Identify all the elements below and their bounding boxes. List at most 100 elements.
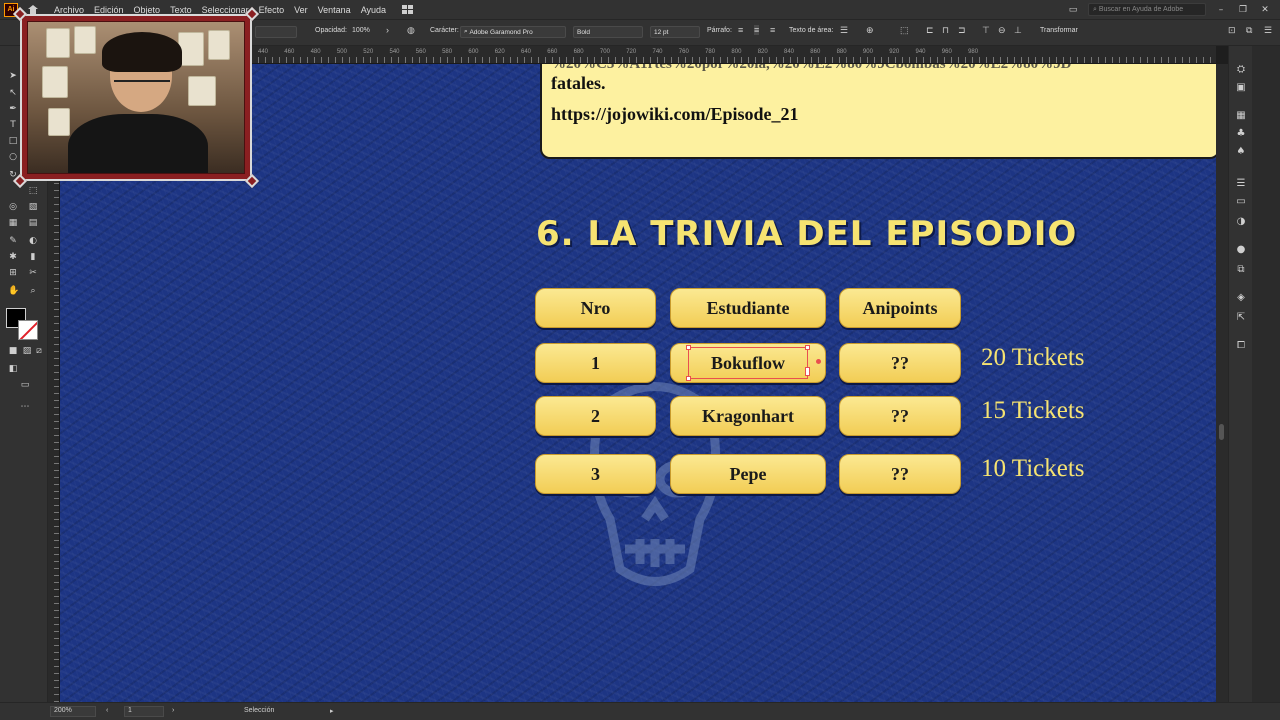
- text-threading-port[interactable]: [816, 359, 821, 364]
- font-style-select[interactable]: Bold: [573, 26, 643, 38]
- rectangle-tool-icon[interactable]: □: [8, 136, 18, 146]
- menu-edicion[interactable]: Edición: [94, 5, 124, 15]
- opacity-value[interactable]: 100%: [352, 27, 370, 34]
- panel-menu-icon[interactable]: ☰: [1264, 25, 1272, 36]
- workspace-switcher-icon[interactable]: [402, 5, 414, 14]
- note-link[interactable]: https://jojowiki.com/Episode_21: [551, 104, 799, 125]
- selection-handle[interactable]: [805, 367, 810, 376]
- align-vertical-bottom-icon[interactable]: ⊥: [1014, 25, 1022, 36]
- fill-dropdown[interactable]: [255, 26, 297, 38]
- gradient-panel-icon[interactable]: ▭: [1235, 196, 1247, 208]
- row-3-student[interactable]: Pepe: [670, 454, 826, 494]
- menu-texto[interactable]: Texto: [170, 5, 192, 15]
- vertical-scrollbar[interactable]: [1216, 64, 1228, 702]
- row-2-student[interactable]: Kragonhart: [670, 396, 826, 436]
- menu-efecto[interactable]: Efecto: [259, 5, 285, 15]
- align-to-icon[interactable]: ⬚: [900, 25, 909, 36]
- align-vertical-center-icon[interactable]: ⊖: [998, 25, 1006, 36]
- character-label[interactable]: Carácter:: [430, 27, 459, 34]
- arrange-icon[interactable]: ⧉: [1246, 25, 1252, 36]
- hand-tool-icon[interactable]: ✋: [8, 286, 19, 296]
- menu-ayuda[interactable]: Ayuda: [361, 5, 386, 15]
- align-vertical-top-icon[interactable]: ⊤: [982, 25, 990, 36]
- artboard-number-select[interactable]: 1: [124, 706, 164, 717]
- layers-panel-icon[interactable]: ◈: [1235, 292, 1247, 304]
- row-3-prize[interactable]: 10 Tickets: [981, 455, 1085, 483]
- edit-toolbar-icon[interactable]: ⋯: [20, 402, 30, 412]
- note-card[interactable]: %20%C3%A1rtes%20por%20la,%20%E2%80%9Cbom…: [540, 64, 1216, 159]
- slice-tool-icon[interactable]: ✂: [28, 268, 38, 278]
- isolate-icon[interactable]: ⊡: [1228, 25, 1236, 36]
- row-1-nro[interactable]: 1: [535, 343, 656, 383]
- stroke-swatch[interactable]: [18, 320, 38, 340]
- current-tool-name[interactable]: Selección: [244, 707, 274, 714]
- area-text-label[interactable]: Texto de área:: [789, 27, 833, 34]
- transform-label[interactable]: Transformar: [1040, 27, 1078, 34]
- selection-tool-icon[interactable]: ➤: [8, 71, 18, 81]
- close-icon[interactable]: ✕: [1258, 5, 1272, 15]
- zoom-tool-icon[interactable]: ⌕: [28, 286, 38, 296]
- artboard-prev-icon[interactable]: ‹: [106, 707, 108, 714]
- artboard-next-icon[interactable]: ›: [172, 707, 174, 714]
- vertical-scroll-thumb[interactable]: [1219, 424, 1224, 440]
- chevron-right-icon[interactable]: ›: [386, 25, 389, 35]
- restore-icon[interactable]: ❐: [1236, 5, 1250, 15]
- brushes-panel-icon[interactable]: ♣: [1235, 128, 1247, 140]
- eyedropper-tool-icon[interactable]: ✎: [8, 236, 18, 246]
- align-horizontal-center-icon[interactable]: ⊓: [942, 25, 949, 36]
- shape-builder-tool-icon[interactable]: ◎: [8, 202, 18, 212]
- align-left-icon[interactable]: ≡: [738, 25, 743, 35]
- properties-panel-icon[interactable]: ⛭: [1235, 64, 1247, 76]
- graph-tool-icon[interactable]: ▮: [28, 252, 38, 262]
- graphic-styles-icon[interactable]: ⧉: [1235, 264, 1247, 276]
- area-text-options-icon[interactable]: ☰: [840, 25, 848, 36]
- symbols-panel-icon[interactable]: ♠: [1235, 146, 1247, 158]
- perspective-grid-tool-icon[interactable]: ▦: [8, 218, 18, 228]
- artboards-panel-icon[interactable]: ⧠: [1235, 340, 1247, 352]
- row-1-points[interactable]: ??: [839, 343, 961, 383]
- gradient-mode-icon[interactable]: ▨: [22, 346, 32, 356]
- header-nro[interactable]: Nro: [535, 288, 656, 328]
- font-family-select[interactable]: ⌕ Adobe Garamond Pro: [460, 26, 566, 38]
- screen-mode-icon[interactable]: ▭: [20, 380, 30, 390]
- status-play-icon[interactable]: ▸: [330, 707, 334, 715]
- align-center-icon[interactable]: ≡: [754, 25, 760, 35]
- libraries-panel-icon[interactable]: ▣: [1235, 82, 1247, 94]
- color-mode-icon[interactable]: ■: [8, 346, 18, 356]
- stroke-panel-icon[interactable]: ☰: [1235, 178, 1247, 190]
- free-transform-tool-icon[interactable]: ⬚: [28, 186, 38, 196]
- menu-ver[interactable]: Ver: [294, 5, 308, 15]
- menu-ventana[interactable]: Ventana: [318, 5, 351, 15]
- header-estudiante[interactable]: Estudiante: [670, 288, 826, 328]
- layers-grid-icon[interactable]: ▦: [1235, 110, 1247, 122]
- home-icon[interactable]: [28, 5, 38, 14]
- selection-handle[interactable]: [686, 345, 691, 350]
- recolor-icon[interactable]: ◍: [407, 25, 415, 36]
- align-horizontal-left-icon[interactable]: ⊏: [926, 25, 934, 36]
- draw-mode-icon[interactable]: ◧: [8, 364, 18, 374]
- font-size-field[interactable]: 12 pt: [650, 26, 700, 38]
- artboard-tool-icon[interactable]: ⊞: [8, 268, 18, 278]
- blend-tool-icon[interactable]: ◐: [28, 236, 38, 246]
- menu-objeto[interactable]: Objeto: [134, 5, 161, 15]
- arrange-documents-icon[interactable]: ▭: [1066, 5, 1080, 15]
- selection-handle[interactable]: [686, 376, 691, 381]
- selection-handle[interactable]: [805, 345, 810, 350]
- export-panel-icon[interactable]: ⇱: [1235, 312, 1247, 324]
- row-3-points[interactable]: ??: [839, 454, 961, 494]
- zoom-select[interactable]: 200%: [50, 706, 96, 717]
- row-2-nro[interactable]: 2: [535, 396, 656, 436]
- align-right-icon[interactable]: ≡: [770, 25, 775, 35]
- row-3-nro[interactable]: 3: [535, 454, 656, 494]
- transparency-panel-icon[interactable]: ◑: [1235, 216, 1247, 228]
- row-2-points[interactable]: ??: [839, 396, 961, 436]
- symbol-sprayer-tool-icon[interactable]: ✱: [8, 252, 18, 262]
- header-anipoints[interactable]: Anipoints: [839, 288, 961, 328]
- section-title[interactable]: 6. LA TRIVIA DEL EPISODIO: [536, 214, 1077, 254]
- type-tool-icon[interactable]: T: [8, 120, 18, 130]
- appearance-panel-icon[interactable]: ●: [1235, 244, 1247, 256]
- row-1-prize[interactable]: 20 Tickets: [981, 344, 1085, 372]
- ellipse-tool-icon[interactable]: ○: [8, 152, 18, 162]
- text-selection-box[interactable]: [688, 347, 808, 379]
- pen-tool-icon[interactable]: ✒: [8, 104, 18, 114]
